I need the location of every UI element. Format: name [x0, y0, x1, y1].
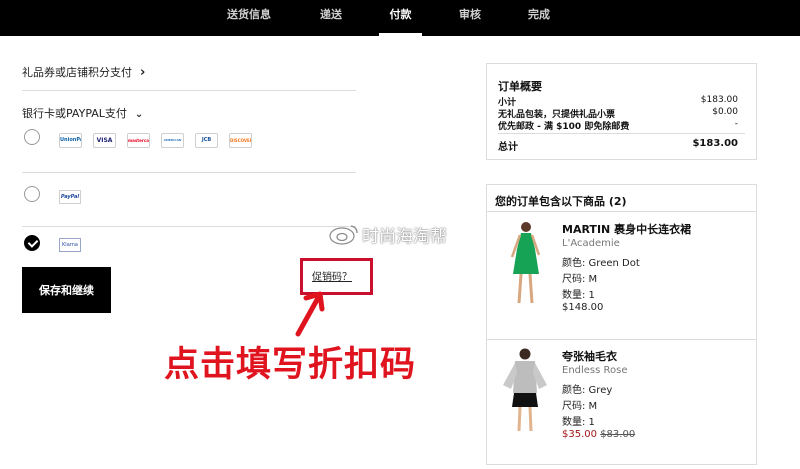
item-brand: Endless Rose	[562, 365, 628, 376]
promo-code-link[interactable]: 促销码？	[312, 268, 352, 283]
step-review[interactable]: 审核	[447, 0, 493, 36]
item-price: $148.00	[562, 302, 604, 313]
amex-logo: AMERICAN EXPRESS	[161, 133, 184, 148]
order-items-title: 您的订单包含以下商品 (2)	[495, 195, 627, 208]
unionpay-logo: UnionPay	[59, 133, 82, 148]
total-label: 总计	[498, 142, 518, 153]
checkout-steps-nav: 送货信息 递送 付款 审核 完成	[0, 0, 800, 36]
divider	[22, 226, 356, 227]
item-price: $35.00 $83.00	[562, 429, 635, 440]
product-image-green-dress[interactable]	[499, 219, 549, 309]
weibo-watermark-icon	[329, 225, 358, 245]
chevron-right-icon: ›	[140, 65, 146, 80]
visa-logo: VISA	[93, 133, 116, 148]
item-name[interactable]: MARTIN 裹身中长连衣裙	[562, 221, 691, 237]
divider	[498, 133, 745, 134]
item-brand: L'Academie	[562, 238, 620, 249]
paypal-payment-radio[interactable]	[24, 186, 40, 202]
item-size: 尺码: M	[562, 401, 598, 412]
discover-logo: DISCOVER	[229, 133, 252, 148]
item-size: 尺码: M	[562, 274, 598, 285]
step-shipping-info[interactable]: 送货信息	[216, 0, 282, 36]
step-payment[interactable]: 付款	[379, 0, 422, 36]
divider	[487, 339, 756, 340]
watermark-text: 时尚海淘帮	[362, 227, 447, 247]
jcb-logo: JCB	[195, 133, 218, 148]
order-summary-panel: 订单概要 小计 $183.00 无礼品包装，只提供礼品小票 $0.00 优先邮政…	[486, 63, 757, 160]
step-complete[interactable]: 完成	[516, 0, 562, 36]
paypal-logo: PayPal	[59, 190, 81, 204]
item-color: 颜色: Green Dot	[562, 258, 640, 269]
annotation-arrow-icon	[295, 291, 325, 337]
item-sale-price: $35.00	[562, 429, 597, 440]
item-quantity: 数量: 1	[562, 417, 595, 428]
order-summary-title: 订单概要	[498, 80, 542, 93]
bank-paypal-toggle[interactable]: 银行卡或PAYPAL支付 ⌄	[22, 105, 143, 121]
product-image-grey-sweater[interactable]	[499, 345, 549, 435]
gift-card-toggle[interactable]: 礼品券或店铺积分支付 ›	[22, 64, 145, 80]
summary-row-shipping: 优先邮政 - 满 $100 即免除邮费 -	[498, 119, 738, 132]
klarna-logo: Klarna	[59, 238, 81, 252]
divider	[22, 90, 356, 91]
gift-card-label: 礼品券或店铺积分支付	[22, 66, 132, 79]
card-payment-radio[interactable]	[24, 129, 40, 145]
item-color: 颜色: Grey	[562, 385, 613, 396]
item-quantity: 数量: 1	[562, 290, 595, 301]
summary-label: 优先邮政 - 满 $100 即免除邮费	[498, 122, 630, 132]
total-value: $183.00	[692, 138, 738, 149]
item-name[interactable]: 夸张袖毛衣	[562, 348, 617, 364]
summary-value: -	[734, 119, 738, 129]
mastercard-logo: mastercard	[127, 133, 150, 148]
klarna-payment-radio[interactable]	[24, 235, 40, 251]
chevron-down-icon: ⌄	[134, 109, 144, 120]
step-delivery[interactable]: 递送	[307, 0, 355, 36]
summary-row-total: 总计 $183.00	[498, 138, 738, 153]
order-items-panel: 您的订单包含以下商品 (2) MARTIN 裹身中长连衣裙 L'Academie…	[486, 184, 757, 465]
divider	[22, 172, 356, 173]
item-original-price: $83.00	[600, 429, 636, 440]
save-and-continue-button[interactable]: 保存和继续	[22, 267, 111, 313]
bank-paypal-label: 银行卡或PAYPAL支付	[22, 107, 127, 120]
divider	[487, 211, 756, 212]
annotation-text: 点击填写折扣码	[164, 345, 417, 385]
